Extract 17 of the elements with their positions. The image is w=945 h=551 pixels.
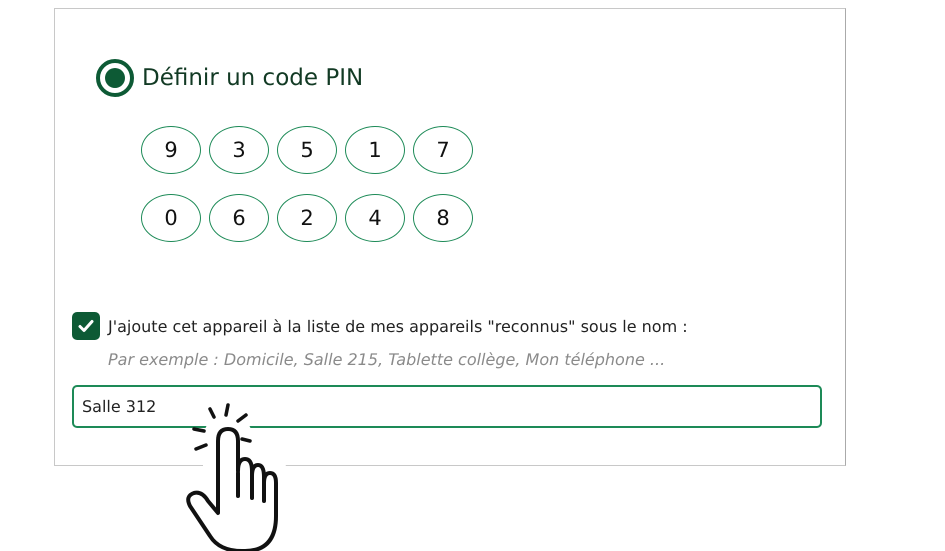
pin-key[interactable]: 1 [345, 126, 405, 174]
pin-key[interactable]: 3 [209, 126, 269, 174]
pin-key[interactable]: 6 [209, 194, 269, 242]
pin-key[interactable]: 4 [345, 194, 405, 242]
pin-key[interactable]: 8 [413, 194, 473, 242]
option-label: Définir un code PIN [142, 65, 364, 91]
pin-key[interactable]: 5 [277, 126, 337, 174]
pin-key[interactable]: 9 [141, 126, 201, 174]
pin-key[interactable]: 2 [277, 194, 337, 242]
hint-text: Par exemple : Domicile, Salle 215, Tablette collège, Mon téléphone ... [108, 350, 666, 369]
checkbox[interactable] [72, 312, 100, 340]
radio-button[interactable] [96, 59, 134, 97]
device-name-field[interactable]: Salle 312 [72, 385, 822, 428]
checkbox-label: J'ajoute cet appareil à la liste de mes appareils "reconnus" sous le nom : [108, 316, 688, 336]
check-icon [78, 319, 94, 333]
pin-key[interactable]: 0 [141, 194, 201, 242]
pin-key[interactable]: 7 [413, 126, 473, 174]
